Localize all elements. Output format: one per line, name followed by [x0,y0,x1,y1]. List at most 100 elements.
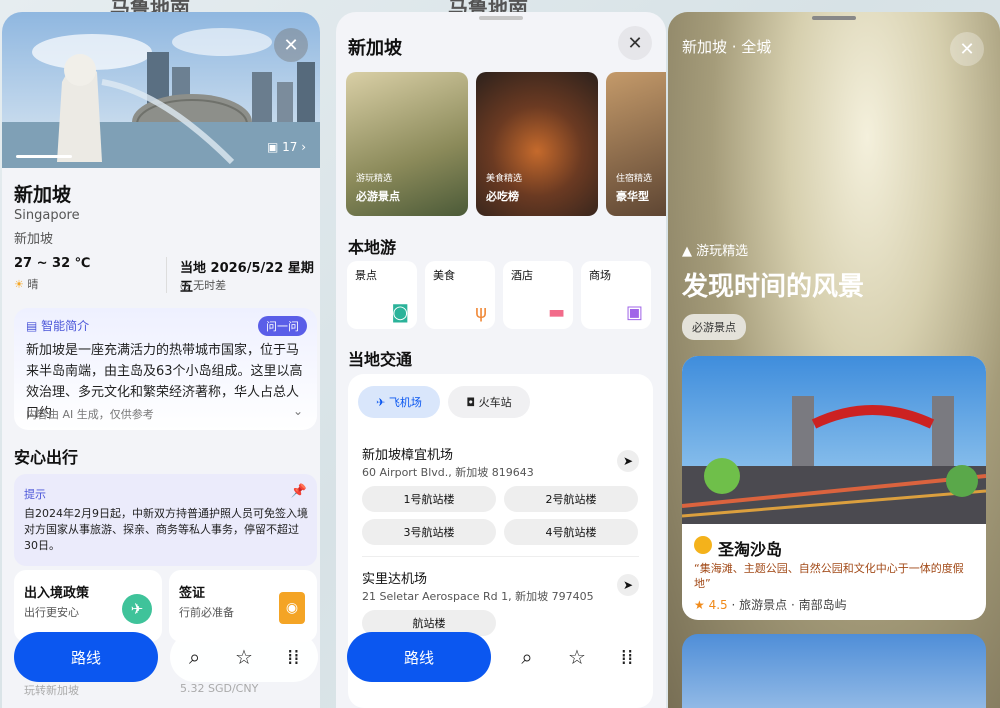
search-icon[interactable]: ⌕ [507,645,547,669]
drag-handle[interactable] [479,16,523,20]
ai-intro-card[interactable]: ▤ 智能简介 问一问 新加坡是一座充满活力的热带城市国家，位于马来半岛南端，由主… [14,308,317,430]
tab-label: 火车站 [478,396,512,409]
tag-text: 游玩精选 [696,244,749,259]
airport-name[interactable]: 新加坡樟宜机场 [362,444,453,463]
bottom-action-bar: 路线 ⌕ ☆ ⁞⁞ [2,626,320,708]
star-icon[interactable]: ☆ [557,645,597,669]
close-button[interactable]: ✕ [950,32,984,66]
bottom-action-bar: 路线 ⌕ ☆ ⁞⁞ [336,626,666,708]
plane-icon: ✈ [122,594,152,624]
close-icon: ✕ [959,38,975,60]
spot-category: 旅游景点 · 南部岛屿 [739,598,847,612]
passport-icon: ◉ [279,592,305,624]
category-food[interactable]: 美食 ψ [425,261,495,329]
feature-tag: 美食精选 [486,174,523,184]
category-label: 商场 [589,269,611,282]
city-title: 新加坡 [14,184,72,206]
feature-card-hotel[interactable]: 住宿精选 豪华型 [606,72,666,216]
section-title-local: 本地游 [348,238,397,257]
camera-icon: ◙ [391,302,409,323]
filter-chip[interactable]: 必游景点 [682,314,746,340]
category-attractions[interactable]: 景点 ◙ [347,261,417,329]
collection-tag: ▲ 游玩精选 [682,240,748,259]
close-icon: ✕ [283,34,299,56]
plane-icon: ✈ [376,395,386,409]
category-hotel[interactable]: 酒店 ▬ [503,261,573,329]
rating: 4.5 [708,598,728,612]
spot-description: “集海滩、主题公园、自然公园和文化中心于一体的度假地” [694,562,964,590]
feature-name: 豪华型 [616,190,649,203]
pin-icon[interactable]: 📌 [291,484,307,499]
star-icon: ★ [694,598,705,612]
category-label: 景点 [355,269,377,282]
spot-meta: ★ 4.5 · 旅游景点 · 南部岛屿 [694,598,847,612]
section-title-safe-travel: 安心出行 [14,448,79,467]
intro-label-text: 智能简介 [41,319,90,333]
clock-icon: ◷ [180,279,190,292]
search-icon[interactable]: ⌕ [175,645,215,669]
visa-sub: 行前必准备 [179,606,234,619]
section-title-transport: 当地交通 [348,350,413,369]
discover-panel: 新加坡 · 全城 ✕ ▲ 游玩精选 发现时间的风景 必游景点 圣淘沙岛 “集海滩… [668,12,1000,708]
tab-train[interactable]: ◘ 火车站 [448,386,530,418]
visa-title: 签证 [179,586,206,601]
spot-card[interactable]: 圣淘沙岛 “集海滩、主题公园、自然公园和文化中心于一体的度假地” ★ 4.5 ·… [682,356,986,620]
tab-label: 飞机场 [388,396,422,409]
mountain-icon: ▲ [682,244,692,259]
close-icon: ✕ [627,32,643,54]
feature-card-attractions[interactable]: 游玩精选 必游景点 [346,72,468,216]
weather-condition: ☀ 晴 [14,276,38,292]
drag-handle[interactable] [812,16,856,20]
intro-disclaimer: 内容由 AI 生成，仅供参考 [26,408,154,421]
category-mall[interactable]: 商场 ▣ [581,261,651,329]
ai-icon: ▤ [26,319,38,333]
tab-airport[interactable]: ✈ 飞机场 [358,386,440,418]
chevron-down-icon[interactable]: ⌄ [293,404,303,418]
category-label: 美食 [433,269,455,282]
time-difference: ◷ 无时差 [180,277,226,293]
divider [166,257,167,293]
condition-text: 晴 [27,278,39,291]
hero-photo[interactable]: ▣ 17 › [2,12,320,168]
tip-text: 自2024年2月9日起，中新双方持普通护照人员可免签入境对方国家从事旅游、探亲、… [24,507,308,552]
photo-count: 17 [282,140,298,154]
spot-name: 圣淘沙岛 [718,540,783,559]
feature-card-food[interactable]: 美食精选 必吃榜 [476,72,598,216]
route-button[interactable]: 路线 [14,632,158,682]
city-country: 新加坡 [14,232,54,247]
city-guide-panel: 新加坡 ✕ 游玩精选 必游景点 美食精选 必吃榜 住宿精选 豪华型 本地游 景点… [336,12,666,708]
time-diff-text: 无时差 [193,279,227,292]
navigate-icon[interactable]: ➤ [617,574,639,596]
carousel-indicator [16,155,72,158]
terminal-button[interactable]: 3号航站楼 [362,519,496,545]
airport-address: 60 Airport Blvd., 新加坡 819643 [362,466,534,479]
feature-tag: 游玩精选 [356,174,393,184]
navigate-icon[interactable]: ➤ [617,450,639,472]
sun-icon: ☀ [14,278,24,291]
shopping-bag-icon: ▣ [625,302,643,323]
next-spot-card[interactable] [682,634,986,708]
toolbar: ⌕ ☆ ⁞⁞ [502,632,652,682]
route-button[interactable]: 路线 [347,632,491,682]
feature-name: 必游景点 [356,190,400,203]
photo-count-badge[interactable]: ▣ 17 › [267,140,306,154]
terminal-button[interactable]: 4号航站楼 [504,519,638,545]
toolbar: ⌕ ☆ ⁞⁞ [170,632,318,682]
bed-icon: ▬ [547,302,565,323]
airport-name[interactable]: 实里达机场 [362,568,427,587]
more-icon[interactable]: ⁞⁞ [607,645,647,669]
more-icon[interactable]: ⁞⁞ [273,645,313,669]
sentosa-gate-image [682,356,986,524]
star-icon[interactable]: ☆ [224,645,264,669]
ask-button[interactable]: 问一问 [258,316,307,336]
city-english-name: Singapore [14,208,80,223]
city-detail-panel: ▣ 17 › ✕ 新加坡 Singapore 新加坡 27 ~ 32 ℃ ☀ 晴… [2,12,320,708]
close-button[interactable]: ✕ [618,26,652,60]
terminal-button[interactable]: 1号航站楼 [362,486,496,512]
close-button[interactable]: ✕ [274,28,308,62]
category-label: 酒店 [511,269,533,282]
train-icon: ◘ [466,395,476,409]
panel-header: 新加坡 · 全城 [682,38,772,56]
terminal-button[interactable]: 2号航站楼 [504,486,638,512]
panel-title: 新加坡 [348,38,402,59]
